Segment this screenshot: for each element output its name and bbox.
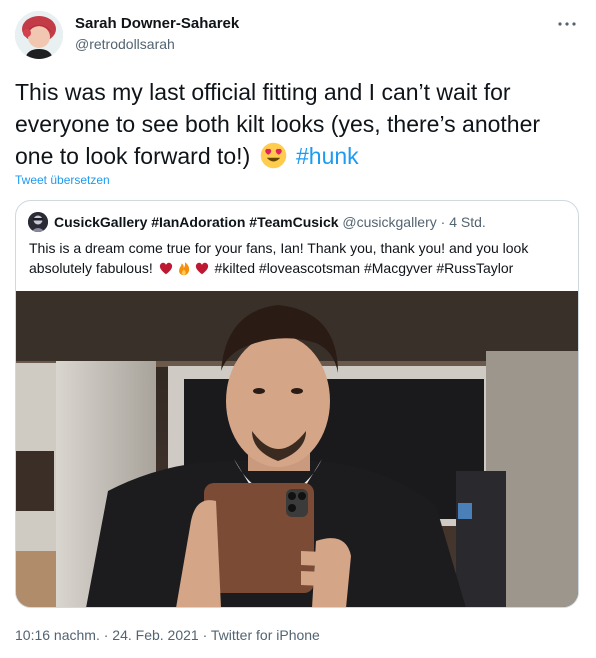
quoted-handle[interactable]: @cusickgallery <box>342 214 436 230</box>
quoted-avatar-icon <box>28 212 48 232</box>
fire-emoji-icon <box>178 262 189 276</box>
quoted-text: This is a dream come true for your fans,… <box>29 238 569 278</box>
quoted-display-name[interactable]: CusickGallery #IanAdoration #TeamCusick <box>54 214 339 230</box>
tweet-text: This was my last official fitting and I … <box>15 76 575 172</box>
quoted-media[interactable] <box>16 291 578 607</box>
author-avatar[interactable] <box>15 11 63 59</box>
tweet-client[interactable]: Twitter for iPhone <box>211 627 320 643</box>
tweet-time[interactable]: 10:16 nachm. <box>15 627 100 643</box>
quoted-author-avatar[interactable] <box>28 212 48 232</box>
author-handle[interactable]: @retrodollsarah <box>75 36 175 52</box>
more-options-button[interactable] <box>555 12 579 36</box>
profile-photo-avatar <box>15 11 63 59</box>
heart-eyes-emoji-icon <box>260 142 286 169</box>
hashtag-link[interactable]: #hunk <box>296 143 359 169</box>
quoted-tweet-card[interactable]: CusickGallery #IanAdoration #TeamCusick … <box>15 200 579 608</box>
translate-tweet-link[interactable]: Tweet übersetzen <box>15 173 110 187</box>
quoted-separator: · <box>440 214 446 230</box>
red-heart-emoji-icon <box>195 262 208 275</box>
author-display-name[interactable]: Sarah Downer-Saharek <box>75 15 239 32</box>
tweet-date[interactable]: 24. Feb. 2021 <box>112 627 198 643</box>
meta-separator: · <box>202 627 208 643</box>
quoted-hashtags: #kilted #loveascotsman #Macgyver #RussTa… <box>214 260 514 276</box>
meta-separator: · <box>103 627 109 643</box>
quoted-timestamp[interactable]: 4 Std. <box>449 214 486 230</box>
mirror-selfie-photo <box>16 291 578 607</box>
red-heart-emoji-icon <box>159 262 172 275</box>
more-horizontal-icon <box>558 22 576 26</box>
quoted-header: CusickGallery #IanAdoration #TeamCusick … <box>54 214 486 230</box>
tweet-metadata: 10:16 nachm. · 24. Feb. 2021 · Twitter f… <box>15 627 320 643</box>
